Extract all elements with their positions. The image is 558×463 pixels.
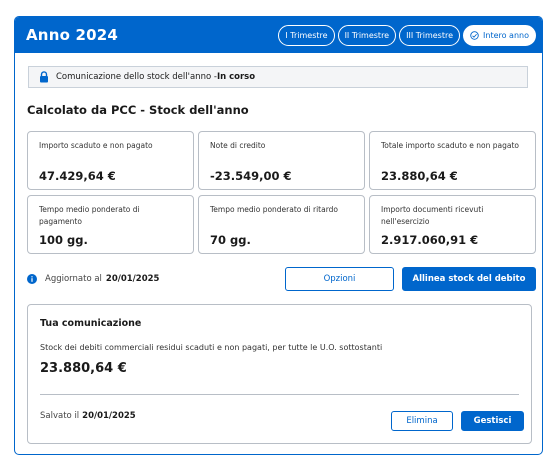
- updated-date: 20/01/2025: [105, 274, 160, 284]
- delete-button[interactable]: Elimina: [391, 411, 453, 431]
- tile-credit-notes: Note di credito -23.549,00 €: [198, 131, 365, 190]
- tile-value: 47.429,64 €: [39, 169, 116, 183]
- tile-label: Importo documenti ricevuti nell'esercizi…: [381, 205, 484, 226]
- options-button[interactable]: Opzioni: [285, 267, 394, 291]
- check-circle-icon: [470, 30, 479, 40]
- tile-label: Tempo medio ponderato di ritardo: [210, 205, 339, 214]
- tile-overdue-amount: Importo scaduto e non pagato 47.429,64 €: [27, 131, 194, 190]
- communication-value: 23.880,64 €: [40, 361, 127, 376]
- saved-info: Salvato il 20/01/2025: [40, 411, 136, 421]
- year-card: Anno 2024 I Trimestre II Trimestre III T…: [14, 16, 543, 455]
- tile-documents-received: Importo documenti ricevuti nell'esercizi…: [369, 195, 536, 254]
- saved-label: Salvato il: [40, 411, 80, 421]
- tile-delay-time: Tempo medio ponderato di ritardo 70 gg.: [198, 195, 365, 254]
- tile-value: 70 gg.: [210, 233, 251, 247]
- tab-label: II Trimestre: [344, 30, 390, 40]
- notice-banner: Comunicazione dello stock dell'anno - In…: [28, 66, 528, 88]
- updated-label: Aggiornato al: [45, 274, 102, 284]
- tab-q3[interactable]: III Trimestre: [399, 24, 461, 46]
- updated-info: Aggiornato al 20/01/2025: [27, 272, 159, 286]
- communication-panel: Tua comunicazione Stock dei debiti comme…: [27, 304, 532, 444]
- tile-value: 100 gg.: [39, 233, 88, 247]
- year-title: Anno 2024: [26, 26, 119, 44]
- tile-total-overdue: Totale importo scaduto e non pagato 23.8…: [369, 131, 536, 190]
- notice-text: Comunicazione dello stock dell'anno -: [56, 72, 217, 82]
- saved-date: 20/01/2025: [82, 411, 136, 421]
- tile-payment-time: Tempo medio ponderato di pagamento 100 g…: [27, 195, 194, 254]
- communication-title: Tua comunicazione: [40, 318, 142, 329]
- tile-label: Tempo medio ponderato di pagamento: [39, 205, 140, 226]
- tile-label: Importo scaduto e non pagato: [39, 141, 153, 150]
- tab-q1[interactable]: I Trimestre: [278, 24, 335, 46]
- card-header: Anno 2024 I Trimestre II Trimestre III T…: [15, 17, 542, 53]
- info-icon: [27, 274, 37, 284]
- divider: [40, 394, 519, 395]
- tab-full-year[interactable]: Intero anno: [463, 24, 536, 46]
- tile-label: Note di credito: [210, 141, 266, 150]
- notice-status: In corso: [216, 72, 256, 82]
- tab-label: Intero anno: [483, 30, 529, 40]
- lock-icon: [39, 71, 49, 83]
- tab-label: III Trimestre: [406, 30, 454, 40]
- tile-value: 2.917.060,91 €: [381, 233, 479, 247]
- section-title: Calcolato da PCC - Stock dell'anno: [27, 103, 249, 117]
- manage-button[interactable]: Gestisci: [461, 411, 524, 431]
- tile-label: Totale importo scaduto e non pagato: [381, 141, 520, 150]
- period-tabs: I Trimestre II Trimestre III Trimestre I…: [278, 24, 536, 46]
- tile-value: -23.549,00 €: [210, 169, 292, 183]
- tab-label: I Trimestre: [285, 30, 328, 40]
- communication-description: Stock dei debiti commerciali residui sca…: [40, 343, 383, 352]
- tile-value: 23.880,64 €: [381, 169, 458, 183]
- tab-q2[interactable]: II Trimestre: [337, 24, 397, 46]
- align-debt-stock-button[interactable]: Allinea stock del debito: [402, 267, 536, 291]
